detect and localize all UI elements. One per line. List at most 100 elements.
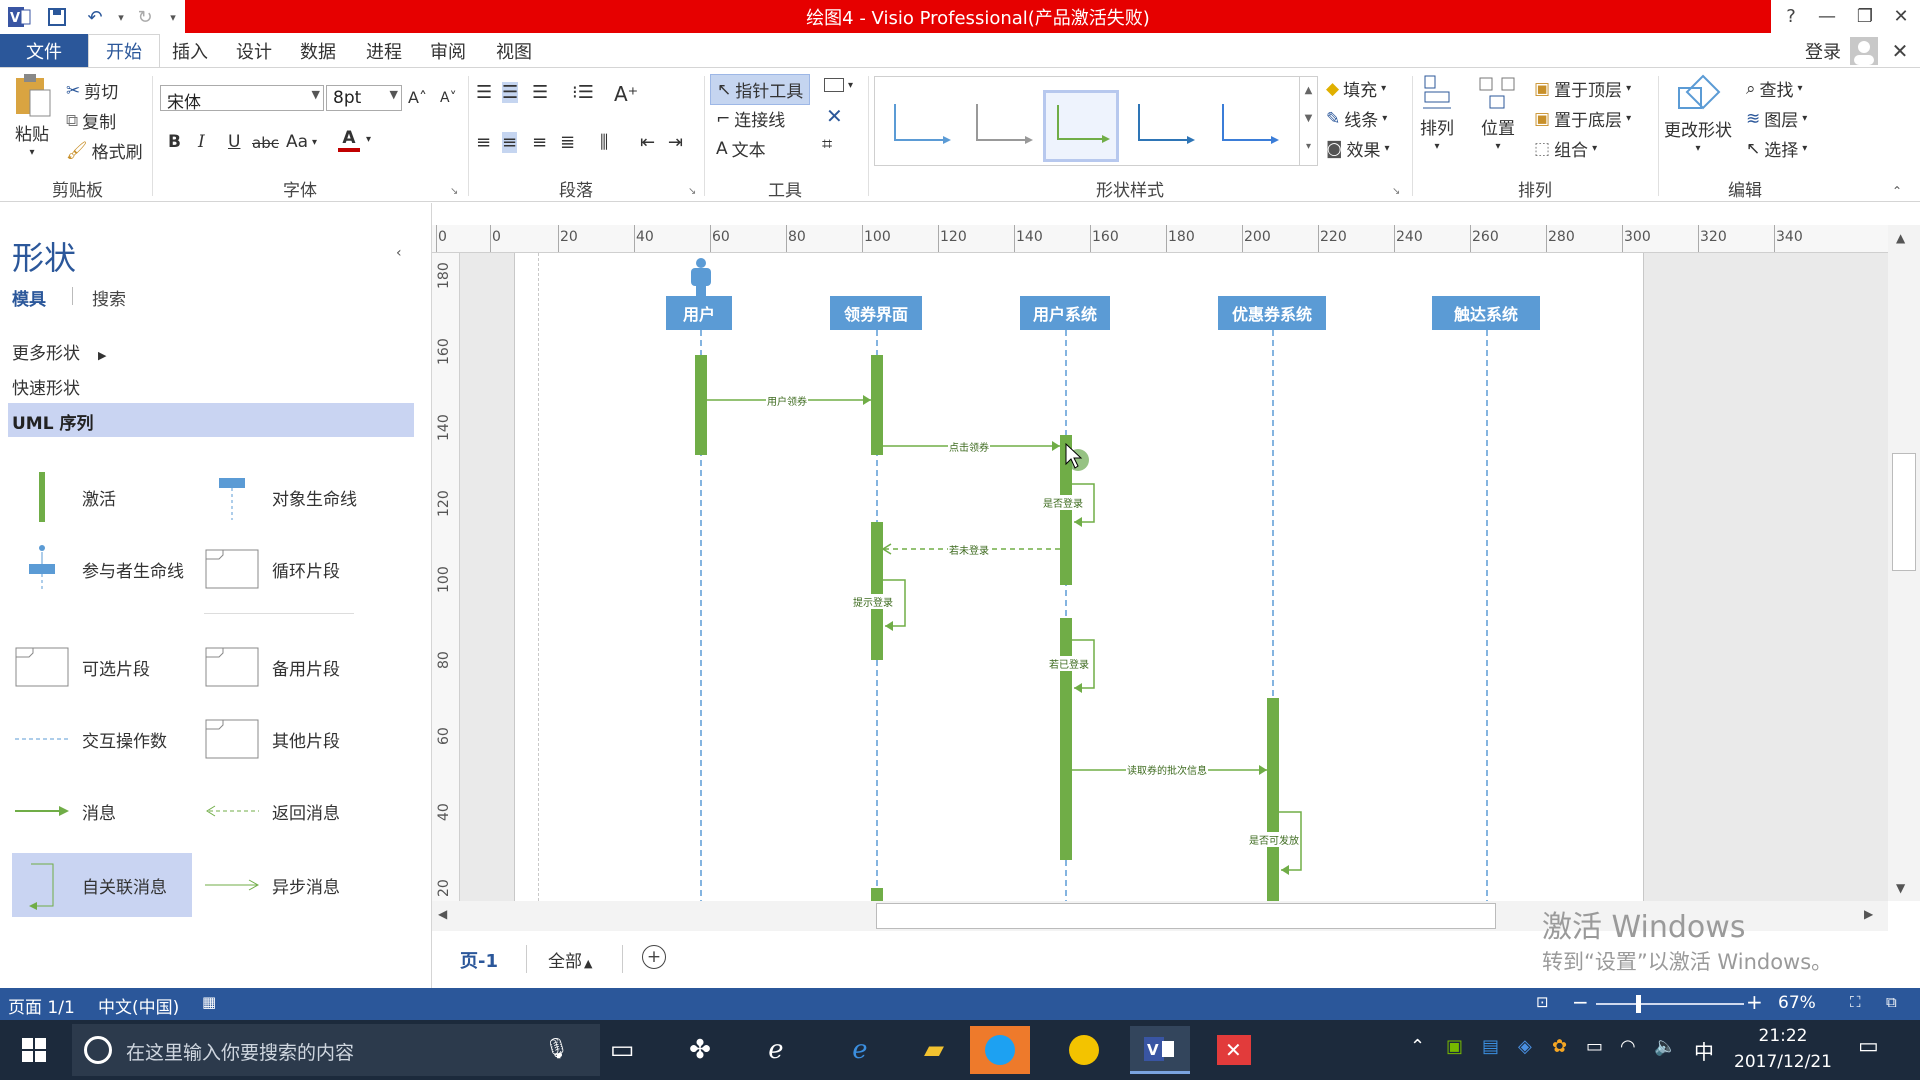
- effects-button[interactable]: ◙ 效果 ▾: [1326, 136, 1390, 162]
- message-arrow-head[interactable]: [863, 395, 871, 405]
- text-size-button[interactable]: A⁺: [614, 82, 638, 106]
- cut-button[interactable]: ✂ 剪切: [66, 78, 118, 104]
- strikethrough-button[interactable]: abc: [252, 134, 279, 152]
- volume-icon[interactable]: 🔈: [1654, 1036, 1676, 1057]
- collapse-ribbon-icon[interactable]: ⌃: [1892, 184, 1902, 198]
- tab-review[interactable]: 审阅: [422, 34, 474, 68]
- style-option[interactable]: [963, 90, 1039, 162]
- activation-bar[interactable]: [871, 888, 883, 901]
- stencil-self-message[interactable]: 自关联消息: [14, 853, 167, 917]
- change-case-button[interactable]: Aa ▾: [286, 132, 317, 152]
- task-view-icon[interactable]: ▭: [592, 1026, 652, 1074]
- copy-button[interactable]: ⧉ 复制: [66, 108, 116, 134]
- music-app-icon[interactable]: [1054, 1026, 1114, 1074]
- scroll-up-icon[interactable]: ▲: [1896, 231, 1905, 245]
- stencil-interaction-operand[interactable]: 交互操作数: [14, 707, 167, 771]
- layers-button[interactable]: ≋ 图层 ▾: [1746, 106, 1807, 132]
- wifi-icon[interactable]: ◠: [1620, 1036, 1636, 1057]
- zoom-slider-thumb[interactable]: [1636, 995, 1641, 1013]
- bring-to-front-button[interactable]: ▣ 置于顶层 ▾: [1534, 76, 1631, 102]
- stencil-loop-fragment[interactable]: 循环片段: [204, 537, 340, 601]
- stencil-object-lifeline[interactable]: 对象生命线: [204, 465, 357, 529]
- visio-app-icon[interactable]: V: [6, 4, 32, 30]
- tab-data[interactable]: 数据: [292, 34, 344, 68]
- delete-connector-icon[interactable]: ✕: [826, 104, 843, 128]
- tray-app-icon[interactable]: ◈: [1518, 1036, 1532, 1057]
- self-message-head[interactable]: [1281, 865, 1289, 875]
- message-label[interactable]: 若未登录: [948, 542, 990, 557]
- align-bottom-button[interactable]: ☰: [532, 82, 548, 103]
- self-message-head[interactable]: [1074, 683, 1082, 693]
- tray-app-icon[interactable]: ▤: [1482, 1036, 1499, 1057]
- clock-time[interactable]: 21:22: [1728, 1026, 1838, 1046]
- stencil-return-message[interactable]: 返回消息: [204, 779, 340, 843]
- tab-stencils[interactable]: 模具: [12, 285, 46, 310]
- activation-bar[interactable]: [695, 355, 707, 455]
- scroll-down-icon[interactable]: ▼: [1896, 881, 1905, 895]
- undo-icon[interactable]: ↶: [82, 4, 108, 30]
- lifeline-user-system[interactable]: 用户系统: [1020, 296, 1110, 330]
- grow-font-button[interactable]: A˄: [408, 88, 427, 107]
- vertical-scrollbar[interactable]: ▲ ▼: [1888, 225, 1920, 901]
- arrange-button[interactable]: 排列 ▾: [1420, 74, 1454, 152]
- format-painter-button[interactable]: 🖌 格式刷: [66, 138, 143, 164]
- align-right-button[interactable]: ≡: [532, 132, 547, 153]
- dialog-launcher-icon[interactable]: ↘: [1392, 186, 1400, 197]
- zoom-level[interactable]: 67%: [1778, 993, 1816, 1013]
- rectangle-tool-button[interactable]: ▾: [824, 78, 853, 92]
- edge-browser-icon[interactable]: ℯ: [830, 1026, 890, 1074]
- font-color-button[interactable]: A: [338, 128, 360, 152]
- message-label[interactable]: 用户领券: [766, 393, 808, 408]
- close-button[interactable]: ✕: [1880, 0, 1920, 32]
- justify-button[interactable]: ≣: [560, 132, 575, 153]
- tab-process[interactable]: 进程: [358, 34, 410, 68]
- message-label[interactable]: 提示登录: [852, 594, 894, 609]
- vertical-scroll-thumb[interactable]: [1892, 453, 1916, 571]
- increase-indent-button[interactable]: ⇥: [668, 132, 683, 153]
- app-pinwheel-icon[interactable]: ✤: [670, 1026, 730, 1074]
- actor-legs[interactable]: [696, 284, 706, 296]
- tray-expand-icon[interactable]: ⌃: [1410, 1036, 1425, 1057]
- message-arrow-head[interactable]: [1052, 441, 1060, 451]
- style-option-selected[interactable]: [1043, 90, 1119, 162]
- change-shape-button[interactable]: 更改形状 ▾: [1664, 74, 1732, 154]
- activation-bar[interactable]: [1060, 618, 1072, 860]
- line-button[interactable]: ✎ 线条 ▾: [1326, 106, 1387, 132]
- visio-taskbar-icon[interactable]: V: [1130, 1026, 1190, 1074]
- tab-insert[interactable]: 插入: [164, 34, 216, 68]
- uml-sequence-stencil[interactable]: UML 序列: [8, 403, 414, 437]
- self-message-head[interactable]: [1074, 517, 1082, 527]
- activation-bar[interactable]: [871, 355, 883, 455]
- message-arrow-head[interactable]: [1259, 765, 1267, 775]
- more-shapes-menu[interactable]: 更多形状 ▶: [12, 339, 106, 364]
- activation-bar[interactable]: [1267, 698, 1279, 901]
- lifeline-coupon-system[interactable]: 优惠券系统: [1218, 296, 1326, 330]
- connector-tool-button[interactable]: ⌐ 连接线: [716, 106, 785, 132]
- style-option[interactable]: [1209, 90, 1285, 162]
- add-page-button[interactable]: +: [642, 945, 666, 969]
- page-tab-1[interactable]: 页-1: [460, 947, 498, 973]
- tab-design[interactable]: 设计: [228, 34, 280, 68]
- actor-body[interactable]: [691, 268, 711, 286]
- battery-icon[interactable]: ▭: [1586, 1036, 1603, 1057]
- dialog-launcher-icon[interactable]: ↘: [688, 186, 696, 197]
- customize-quick-access-icon[interactable]: ▾: [160, 4, 186, 30]
- dialog-launcher-icon[interactable]: ↘: [450, 186, 458, 197]
- align-middle-button[interactable]: ☰: [502, 82, 519, 103]
- tab-search[interactable]: 搜索: [92, 285, 126, 310]
- zoom-out-button[interactable]: −: [1572, 990, 1589, 1014]
- activation-bar[interactable]: [871, 522, 883, 660]
- ime-indicator[interactable]: 中: [1694, 1036, 1714, 1065]
- stencil-other-fragment[interactable]: 其他片段: [204, 707, 340, 771]
- undo-dropdown-icon[interactable]: ▾: [108, 4, 134, 30]
- self-message-head[interactable]: [885, 621, 893, 631]
- ie-browser-icon[interactable]: ℯ: [746, 1026, 806, 1074]
- xmind-app-icon[interactable]: ✕: [1204, 1026, 1264, 1074]
- stencil-async-message[interactable]: 异步消息: [204, 853, 340, 917]
- stencil-alt-fragment[interactable]: 备用片段: [204, 635, 340, 699]
- clock-date[interactable]: 2017/12/21: [1728, 1052, 1838, 1072]
- text-direction-button[interactable]: ⫼: [600, 132, 608, 153]
- gallery-scroll[interactable]: ▲ ▼ ▾: [1299, 77, 1317, 165]
- message-label[interactable]: 是否可发放: [1248, 832, 1300, 847]
- bold-button[interactable]: B: [168, 132, 181, 152]
